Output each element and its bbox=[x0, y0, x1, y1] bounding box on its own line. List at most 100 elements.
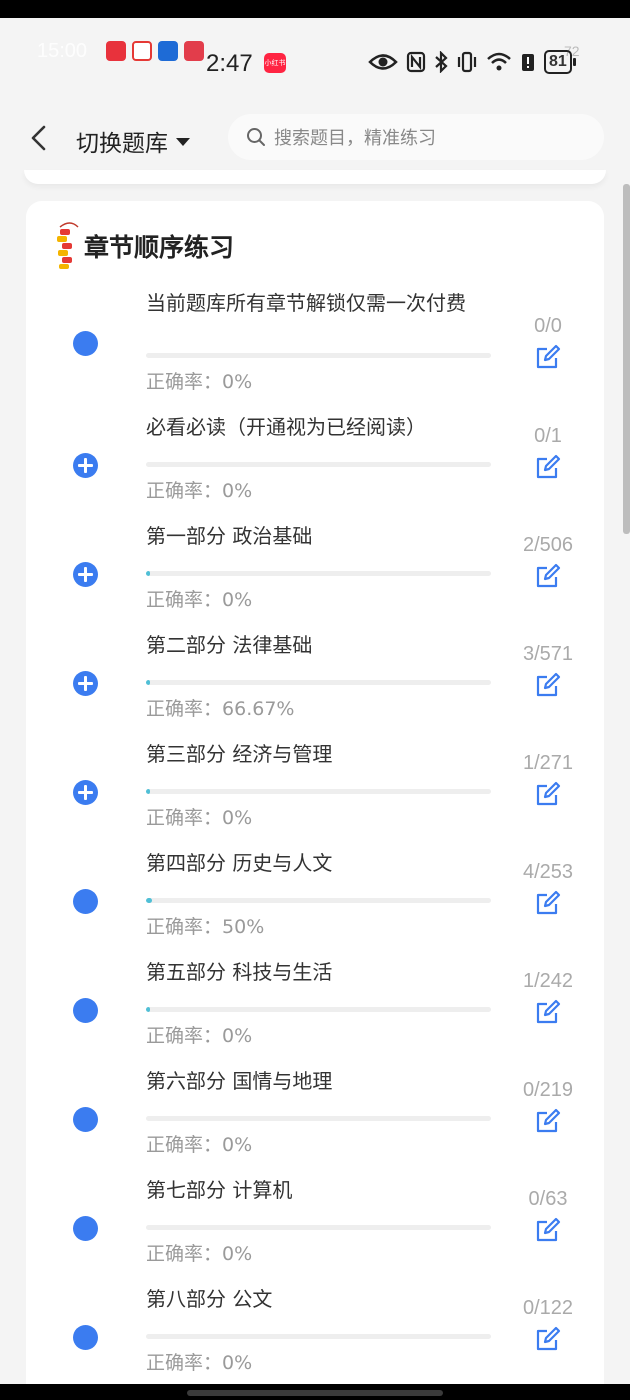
section-header: 章节顺序练习 bbox=[56, 221, 234, 271]
chapter-count: 0/219 bbox=[522, 1079, 574, 1101]
switch-question-bank-button[interactable]: 切换题库 bbox=[76, 124, 190, 158]
search-bar[interactable]: 搜索题目，精准练习 bbox=[228, 114, 604, 160]
accuracy-label: 正确率： bbox=[146, 1352, 223, 1374]
chapter-accuracy: 正确率：66.67% bbox=[146, 694, 294, 721]
app-notification-icon bbox=[184, 41, 204, 61]
chapter-title: 必看必读（开通视为已经阅读） bbox=[146, 415, 426, 439]
edit-icon[interactable] bbox=[534, 998, 562, 1026]
accuracy-value: 0% bbox=[222, 1352, 253, 1374]
chapter-progress-fill bbox=[146, 571, 151, 576]
chapter-count: 0/63 bbox=[528, 1188, 568, 1210]
chapter-count: 2/506 bbox=[522, 534, 574, 556]
edit-icon[interactable] bbox=[534, 1107, 562, 1135]
chapter-title: 第三部分 经济与管理 bbox=[146, 742, 333, 766]
expand-plus-icon[interactable] bbox=[73, 780, 98, 805]
chapter-progress-fill bbox=[146, 898, 152, 903]
chapter-count: 3/571 bbox=[522, 643, 574, 665]
chapter-title: 第五部分 科技与生活 bbox=[146, 960, 333, 984]
vibrate-icon bbox=[457, 51, 477, 73]
accuracy-value: 0% bbox=[222, 807, 253, 829]
scrollbar[interactable] bbox=[623, 184, 630, 534]
chapter-accuracy: 正确率：0% bbox=[146, 803, 252, 830]
firecracker-icon bbox=[57, 222, 79, 269]
accuracy-label: 正确率： bbox=[146, 1134, 223, 1156]
caret-down-icon bbox=[176, 138, 190, 146]
accuracy-value: 0% bbox=[222, 1243, 253, 1265]
chapter-progress-fill bbox=[146, 680, 151, 685]
edit-icon[interactable] bbox=[534, 889, 562, 917]
home-indicator[interactable] bbox=[187, 1390, 443, 1396]
chapter-dot-icon bbox=[73, 998, 98, 1023]
ghost-notification-icons bbox=[106, 41, 204, 61]
chapter-count: 4/253 bbox=[522, 861, 574, 883]
chapter-progress-bar bbox=[146, 898, 491, 903]
chapter-row[interactable]: 当前题库所有章节解锁仅需一次付费 正确率：0% 0/0 bbox=[26, 286, 604, 395]
chapter-row[interactable]: 第五部分 科技与生活 正确率：0% 1/242 bbox=[26, 940, 604, 1049]
edit-icon[interactable] bbox=[534, 780, 562, 808]
edit-icon[interactable] bbox=[534, 1325, 562, 1353]
chapter-row[interactable]: 第六部分 国情与地理 正确率：0% 0/219 bbox=[26, 1049, 604, 1158]
chapter-row[interactable]: 第四部分 历史与人文 正确率：50% 4/253 bbox=[26, 831, 604, 940]
chapter-accuracy: 正确率：50% bbox=[146, 912, 264, 939]
chapter-count: 0/0 bbox=[534, 315, 562, 337]
chapter-dot-icon bbox=[73, 1216, 98, 1241]
chapter-accuracy: 正确率：0% bbox=[146, 1130, 252, 1157]
chapter-dot-icon bbox=[73, 331, 98, 356]
accuracy-label: 正确率： bbox=[146, 1025, 223, 1047]
chapter-accuracy: 正确率：0% bbox=[146, 367, 252, 394]
chapter-count: 0/1 bbox=[534, 425, 562, 447]
nfc-icon bbox=[406, 51, 426, 73]
chapter-row[interactable]: 必看必读（开通视为已经阅读） 正确率：0% 0/1 bbox=[26, 395, 604, 504]
chapter-progress-bar bbox=[146, 462, 491, 467]
accuracy-value: 0% bbox=[222, 1025, 253, 1047]
accuracy-label: 正确率： bbox=[146, 807, 223, 829]
chapter-row[interactable]: 第二部分 法律基础 正确率：66.67% 3/571 bbox=[26, 613, 604, 722]
expand-plus-icon[interactable] bbox=[73, 562, 98, 587]
previous-card-edge bbox=[24, 170, 606, 184]
eye-icon bbox=[368, 54, 398, 70]
xiaohongshu-badge-icon: 小红书 bbox=[264, 53, 286, 73]
expand-plus-icon[interactable] bbox=[73, 453, 98, 478]
status-bar: 15:00 72 2:47 小红书 81 bbox=[0, 18, 630, 98]
accuracy-value: 0% bbox=[222, 480, 253, 502]
chapter-row[interactable]: 第三部分 经济与管理 正确率：0% 1/271 bbox=[26, 722, 604, 831]
accuracy-value: 0% bbox=[222, 1134, 253, 1156]
edit-icon[interactable] bbox=[534, 453, 562, 481]
edit-icon[interactable] bbox=[534, 343, 562, 371]
chapter-title: 第六部分 国情与地理 bbox=[146, 1069, 333, 1093]
chapter-title: 第八部分 公文 bbox=[146, 1287, 273, 1311]
chapter-progress-bar bbox=[146, 680, 491, 685]
battery-indicator: 81 bbox=[544, 50, 576, 74]
edit-icon[interactable] bbox=[534, 1216, 562, 1244]
chapter-title: 第二部分 法律基础 bbox=[146, 633, 313, 657]
search-icon bbox=[247, 128, 265, 146]
edit-icon[interactable] bbox=[534, 671, 562, 699]
chapter-progress-bar bbox=[146, 789, 491, 794]
edit-icon[interactable] bbox=[534, 562, 562, 590]
accuracy-label: 正确率： bbox=[146, 698, 223, 720]
chapter-dot-icon bbox=[73, 1107, 98, 1132]
chapter-count: 0/122 bbox=[522, 1297, 574, 1319]
wifi-icon bbox=[487, 52, 511, 71]
accuracy-value: 66.67% bbox=[222, 698, 295, 720]
chapter-accuracy: 正确率：0% bbox=[146, 1021, 252, 1048]
chapter-accuracy: 正确率：0% bbox=[146, 476, 252, 503]
chapter-row[interactable]: 第一部分 政治基础 正确率：0% 2/506 bbox=[26, 504, 604, 613]
chapter-row[interactable]: 第七部分 计算机 正确率：0% 0/63 bbox=[26, 1158, 604, 1267]
chapter-progress-bar bbox=[146, 1116, 491, 1121]
top-edge bbox=[0, 0, 630, 18]
app-notification-icon bbox=[158, 41, 178, 61]
chapter-accuracy: 正确率：0% bbox=[146, 1239, 252, 1266]
chapter-row[interactable]: 第八部分 公文 正确率：0% 0/122 bbox=[26, 1267, 604, 1376]
chapter-accuracy: 正确率：0% bbox=[146, 585, 252, 612]
accuracy-label: 正确率： bbox=[146, 1243, 223, 1265]
chapter-progress-bar bbox=[146, 1334, 491, 1339]
chapter-progress-bar bbox=[146, 1007, 491, 1012]
accuracy-value: 0% bbox=[222, 371, 253, 393]
back-arrow-icon[interactable] bbox=[26, 123, 54, 153]
chapter-progress-fill bbox=[146, 789, 151, 794]
expand-plus-icon[interactable] bbox=[73, 671, 98, 696]
chapter-title: 第四部分 历史与人文 bbox=[146, 851, 333, 875]
battery-saver-icon bbox=[522, 54, 534, 71]
chapter-dot-icon bbox=[73, 1325, 98, 1350]
